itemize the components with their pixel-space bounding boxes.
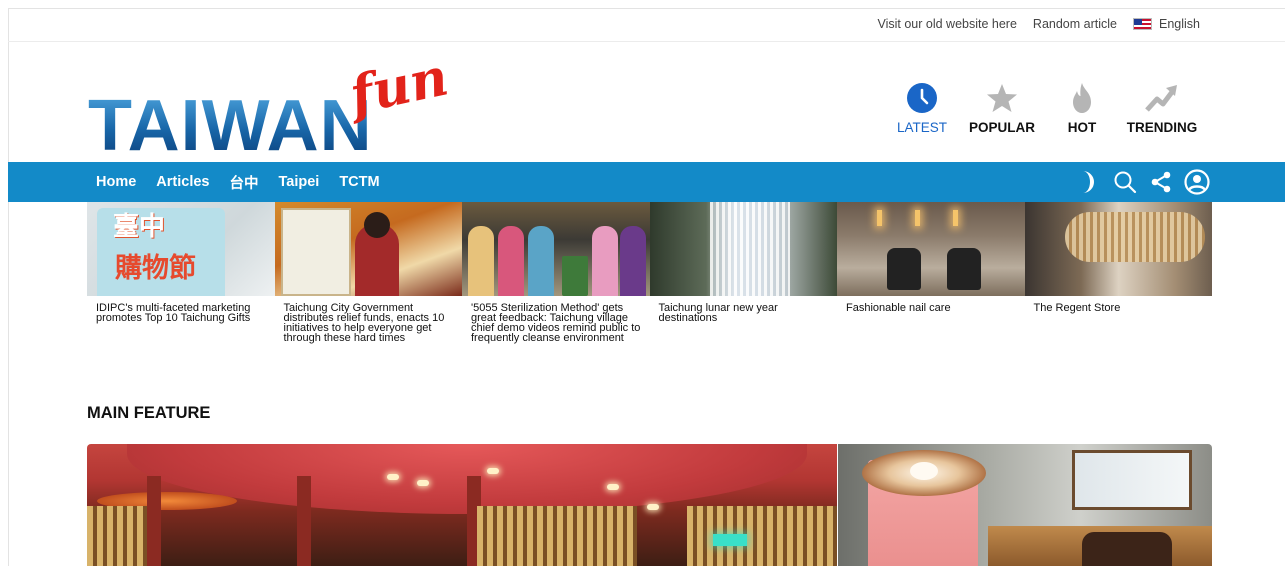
flame-icon [1065, 82, 1099, 114]
tab-popular[interactable]: POPULAR [962, 82, 1042, 135]
nav-item-articles[interactable]: Articles [156, 174, 209, 190]
thumbnail-image [274, 202, 462, 296]
tab-latest[interactable]: LATEST [882, 82, 962, 135]
thumbnail-card[interactable]: 臺中 購物節 IDIPC's multi-faceted marketing p… [87, 202, 275, 343]
nav-item-home[interactable]: Home [96, 174, 136, 190]
star-icon [985, 82, 1019, 114]
thumbnail-title: The Regent Store [1033, 302, 1121, 314]
tab-hot[interactable]: HOT [1042, 82, 1122, 135]
thumbnail-title: Taichung lunar new year destinations [658, 302, 778, 324]
thumbnail-image [649, 202, 837, 296]
site-logo[interactable]: TAIWAN fun [88, 46, 468, 162]
share-icon[interactable] [1148, 169, 1174, 195]
topbar-links: Visit our old website here Random articl… [877, 17, 1200, 31]
main-feature-heading: MAIN FEATURE [87, 404, 211, 422]
thumbnail-card[interactable]: Fashionable nail care [837, 202, 1025, 343]
random-article-link[interactable]: Random article [1033, 17, 1117, 31]
side-feature-image[interactable] [838, 444, 1212, 566]
main-navbar: Home Articles 台中 Taipei TCTM [8, 162, 1285, 202]
tab-trending-label: TRENDING [1126, 120, 1198, 135]
tab-trending[interactable]: TRENDING [1122, 82, 1202, 135]
thumbnail-card[interactable]: '5055 Sterilization Method' gets great f… [462, 202, 650, 344]
thumbnail-image [1024, 202, 1212, 296]
language-label: English [1159, 17, 1200, 31]
language-selector[interactable]: English [1133, 17, 1200, 31]
article-thumbnails: 臺中 購物節 IDIPC's multi-faceted marketing p… [87, 202, 1212, 344]
thumbnail-image [837, 202, 1025, 296]
thumbnail-title: Fashionable nail care [846, 302, 951, 314]
ranking-tabs: LATEST POPULAR HOT TRENDING [882, 82, 1202, 135]
clock-icon [905, 82, 939, 114]
tab-latest-label: LATEST [896, 120, 947, 135]
thumbnail-image: 臺中 購物節 [87, 202, 275, 296]
tab-hot-label: HOT [1067, 120, 1097, 135]
thumbnail-card[interactable]: Taichung lunar new year destinations [649, 202, 837, 343]
thumbnail-card[interactable]: The Regent Store [1024, 202, 1212, 343]
logo-text: TAIWAN [88, 86, 373, 166]
search-icon[interactable] [1112, 169, 1138, 195]
thumbnail-image [462, 202, 650, 296]
thumbnail-title: '5055 Sterilization Method' gets great f… [471, 302, 641, 344]
thumbnail-title: Taichung City Government distributes rel… [283, 302, 445, 344]
thumbnail-card[interactable]: Taichung City Government distributes rel… [274, 202, 462, 344]
nav-item-tctm[interactable]: TCTM [339, 174, 379, 190]
user-icon[interactable] [1184, 169, 1210, 195]
tab-popular-label: POPULAR [968, 120, 1035, 135]
nav-menu: Home Articles 台中 Taipei TCTM [96, 162, 380, 202]
main-feature-image[interactable] [87, 444, 837, 566]
nav-item-taichung[interactable]: 台中 [230, 172, 259, 193]
old-website-link[interactable]: Visit our old website here [877, 17, 1016, 31]
trending-up-icon [1145, 82, 1179, 114]
nav-icons [1076, 162, 1210, 202]
thumbnail-title: IDIPC's multi-faceted marketing promotes… [96, 302, 251, 324]
nav-item-taipei[interactable]: Taipei [279, 174, 320, 190]
moon-icon[interactable] [1076, 169, 1102, 195]
us-flag-icon [1133, 18, 1152, 30]
topbar: Visit our old website here Random articl… [8, 8, 1285, 42]
